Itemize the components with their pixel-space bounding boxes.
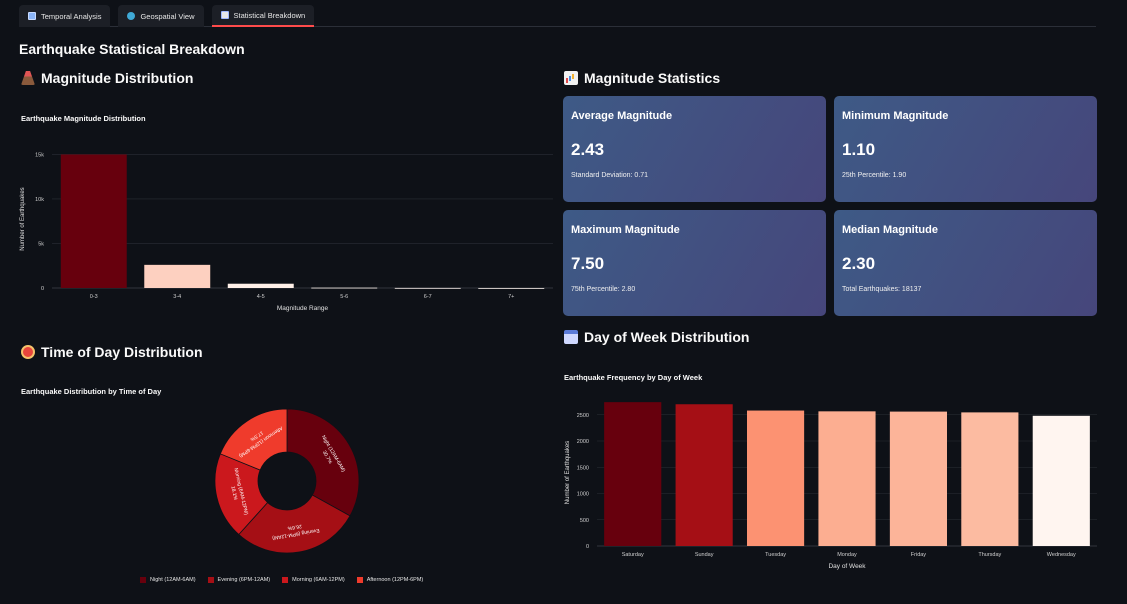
legend-item[interactable]: Evening (6PM-12AM) [207,577,271,583]
card-subtitle: Standard Deviation: 0.71 [571,172,649,179]
legend-swatch [207,577,214,583]
time-of-day-legend: Night (12AM-6AM) Evening (6PM-12AM) Morn… [140,577,423,583]
x-tick-label: 3-4 [173,294,181,300]
x-axis-label: Day of Week [828,563,866,570]
stat-card-minimum: Minimum Magnitude 1.10 25th Percentile: … [834,96,1097,202]
legend-label: Night (12AM-6AM) [150,577,196,583]
x-tick-label: 6-7 [424,294,432,300]
x-tick-label: 4-5 [257,294,265,300]
x-tick-label: 0-3 [90,294,98,300]
bar-6-7 [394,287,461,289]
card-title: Average Magnitude [571,110,673,122]
legend-swatch [140,577,146,583]
x-tick-label: Saturday [622,552,644,558]
legend-swatch [282,577,289,583]
legend-label: Afternoon (12PM-6PM) [366,577,424,583]
y-tick-label: 10k [35,197,44,203]
x-axis-label: Magnitude Range [277,305,329,312]
y-tick-label: 0 [586,544,589,550]
bar-7+ [478,287,545,289]
y-tick-label: 1500 [577,465,589,471]
x-tick-label: Sunday [695,552,714,558]
y-tick-label: 0 [41,286,44,292]
bar-Thursday [961,412,1019,546]
bar-Friday [889,411,947,546]
bar-Tuesday [747,410,805,546]
card-title: Maximum Magnitude [571,224,680,236]
legend-item[interactable]: Morning (6AM-12PM) [282,577,345,583]
x-tick-label: Monday [837,552,857,558]
card-subtitle: Total Earthquakes: 18137 [842,286,922,293]
x-tick-label: 5-6 [340,294,348,300]
x-tick-label: 7+ [508,294,514,300]
x-tick-label: Friday [911,552,927,558]
y-tick-label: 5k [38,241,44,247]
card-value: 2.30 [842,254,876,273]
legend-label: Evening (6PM-12AM) [217,577,271,583]
card-title: Minimum Magnitude [842,110,949,122]
bar-Monday [818,411,876,546]
legend-label: Morning (6AM-12PM) [292,577,345,583]
donut-slice-0 [286,408,360,517]
card-value: 7.50 [571,254,605,273]
bar-Wednesday [1032,415,1090,546]
bar-3-4 [144,264,211,288]
card-value: 1.10 [842,140,876,159]
y-tick-label: 15k [35,152,44,158]
stat-card-average: Average Magnitude 2.43 Standard Deviatio… [563,96,826,202]
y-tick-label: 2500 [577,413,589,419]
stat-card-maximum: Maximum Magnitude 7.50 75th Percentile: … [563,210,826,316]
bar-0-3 [60,154,127,288]
y-tick-label: 2000 [577,439,589,445]
stat-card-median: Median Magnitude 2.30 Total Earthquakes:… [834,210,1097,316]
card-subtitle: 75th Percentile: 2.80 [571,286,636,293]
x-tick-label: Thursday [978,552,1001,558]
x-tick-label: Wednesday [1047,552,1076,558]
legend-swatch [356,577,363,583]
card-subtitle: 25th Percentile: 1.90 [842,172,907,179]
y-tick-label: 1000 [577,492,589,498]
bar-5-6 [311,287,378,289]
x-tick-label: Tuesday [765,552,786,558]
card-title: Median Magnitude [842,224,938,236]
y-tick-label: 500 [580,518,589,524]
legend-item[interactable]: Night (12AM-6AM) [140,577,196,583]
bar-Saturday [604,402,662,546]
y-axis-label: Number of Earthquakes [565,441,571,504]
y-axis-label: Number of Earthquakes [20,187,26,250]
legend-item[interactable]: Afternoon (12PM-6PM) [356,577,424,583]
card-value: 2.43 [571,140,605,159]
bar-Sunday [675,404,733,546]
bar-4-5 [227,283,294,288]
